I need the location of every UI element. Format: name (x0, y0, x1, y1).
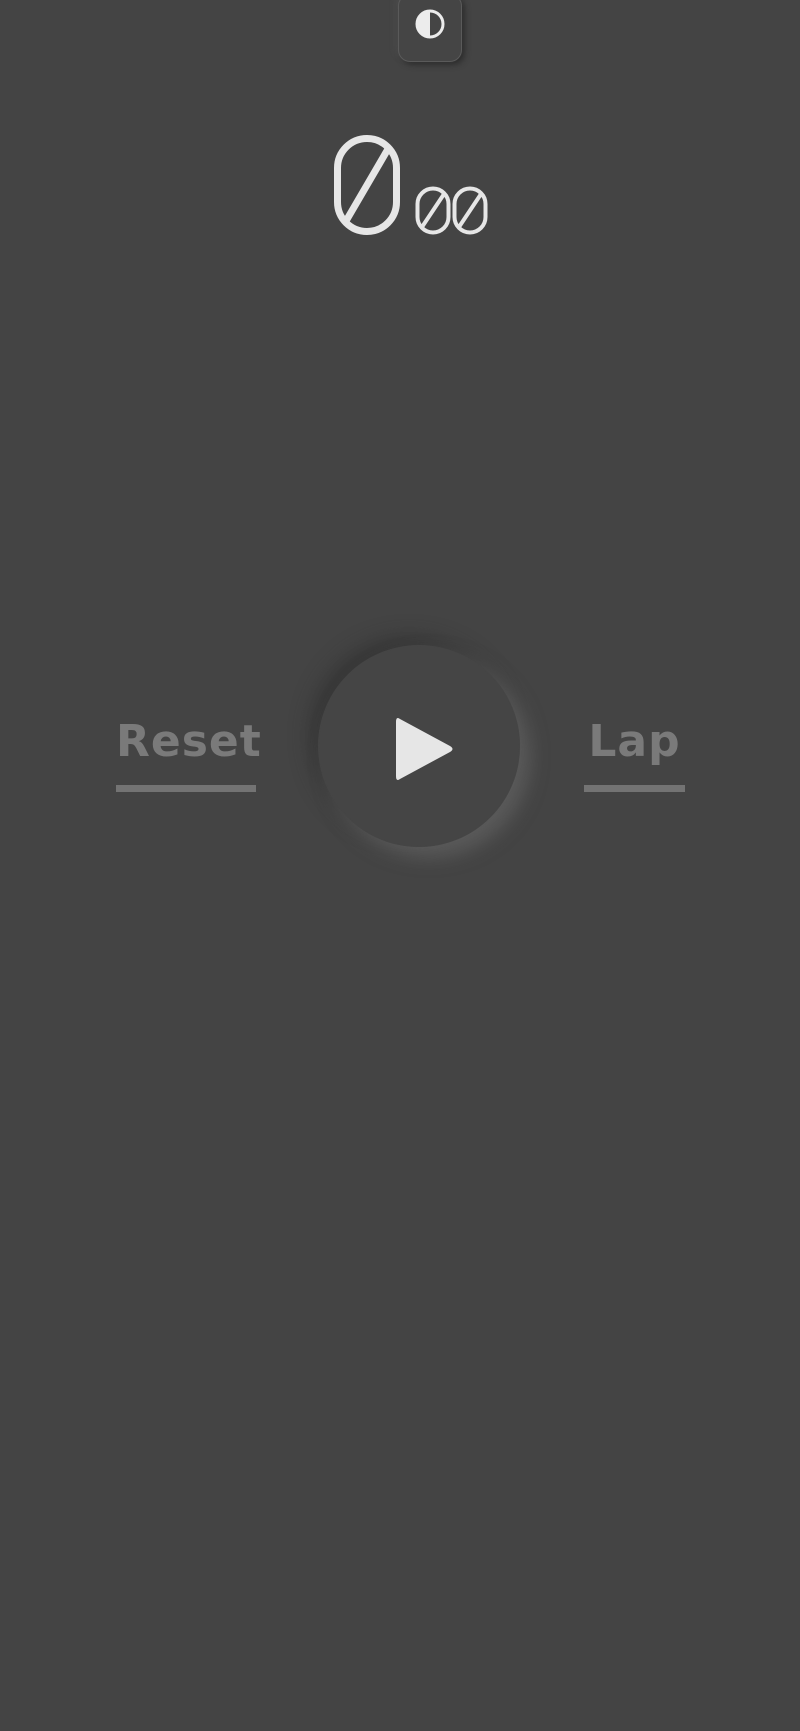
time-display: 0 00 (0, 0, 800, 260)
lap-button[interactable]: Lap (584, 712, 685, 792)
centiseconds-tens-digit (415, 186, 451, 235)
lap-underline (584, 785, 685, 792)
centiseconds-ones-digit (452, 186, 488, 235)
seconds-digit (334, 135, 400, 235)
stopwatch-screen: 0 00 Reset Lap (0, 0, 800, 1731)
lap-label: Lap (588, 716, 681, 767)
play-icon (396, 718, 453, 780)
reset-underline (116, 785, 256, 792)
reset-label: Reset (116, 716, 262, 767)
reset-button[interactable]: Reset (116, 712, 262, 792)
play-button[interactable] (318, 645, 520, 847)
